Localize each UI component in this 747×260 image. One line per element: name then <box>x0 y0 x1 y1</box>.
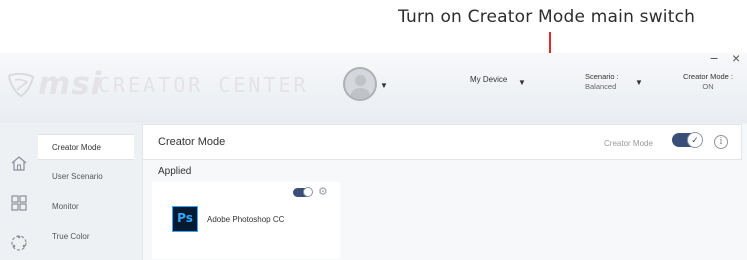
creator-mode-status: Creator Mode : ON <box>676 72 740 92</box>
app-title: CREATOR CENTER <box>98 73 309 97</box>
toggle-knob <box>303 187 313 197</box>
creator-mode-status-label: Creator Mode : <box>682 72 734 81</box>
check-icon: ✓ <box>687 132 703 148</box>
color-wheel-icon[interactable] <box>10 234 28 252</box>
home-icon[interactable] <box>10 154 28 172</box>
app-enable-toggle[interactable] <box>293 187 313 197</box>
sidebar-item-monitor[interactable]: Monitor <box>38 194 134 220</box>
msi-logo: msi <box>38 66 103 102</box>
creator-mode-toggle-label: Creator Mode <box>604 139 653 148</box>
creator-mode-status-value: ON <box>702 82 714 91</box>
sidebar-item-creator-mode[interactable]: Creator Mode <box>38 134 134 160</box>
creator-mode-main-switch[interactable]: ✓ <box>672 132 703 148</box>
photoshop-icon: Ps <box>172 206 198 232</box>
callout-text: Turn on Creator Mode main switch <box>398 7 696 27</box>
avatar[interactable] <box>343 67 377 101</box>
sidebar: Creator Mode User Scenario Monitor True … <box>38 131 138 260</box>
msi-dragon-logo-icon <box>7 72 35 98</box>
avatar-head-icon <box>355 75 366 86</box>
gear-icon[interactable]: ⚙ <box>318 185 328 198</box>
close-button[interactable]: × <box>732 53 740 66</box>
device-dropdown-icon[interactable]: ▼ <box>518 78 526 87</box>
scenario-status[interactable]: Scenario : Balanced <box>585 72 619 92</box>
applied-section-title: Applied <box>158 166 192 177</box>
minimize-button[interactable]: − <box>710 53 718 66</box>
page-title: Creator Mode <box>158 136 226 148</box>
grid-icon[interactable] <box>10 194 28 212</box>
scenario-dropdown-icon[interactable]: ▼ <box>635 78 643 87</box>
icon-rail <box>0 131 38 260</box>
device-selector-label[interactable]: My Device <box>470 75 507 84</box>
app-name: Adobe Photoshop CC <box>207 215 285 224</box>
avatar-dropdown-icon[interactable]: ▼ <box>380 81 388 90</box>
scenario-label: Scenario : <box>585 72 619 81</box>
avatar-body-icon <box>350 88 371 99</box>
sidebar-item-true-color[interactable]: True Color <box>38 224 134 250</box>
sidebar-item-user-scenario[interactable]: User Scenario <box>38 164 134 190</box>
info-icon[interactable]: i <box>714 135 728 149</box>
scenario-value: Balanced <box>585 82 617 91</box>
